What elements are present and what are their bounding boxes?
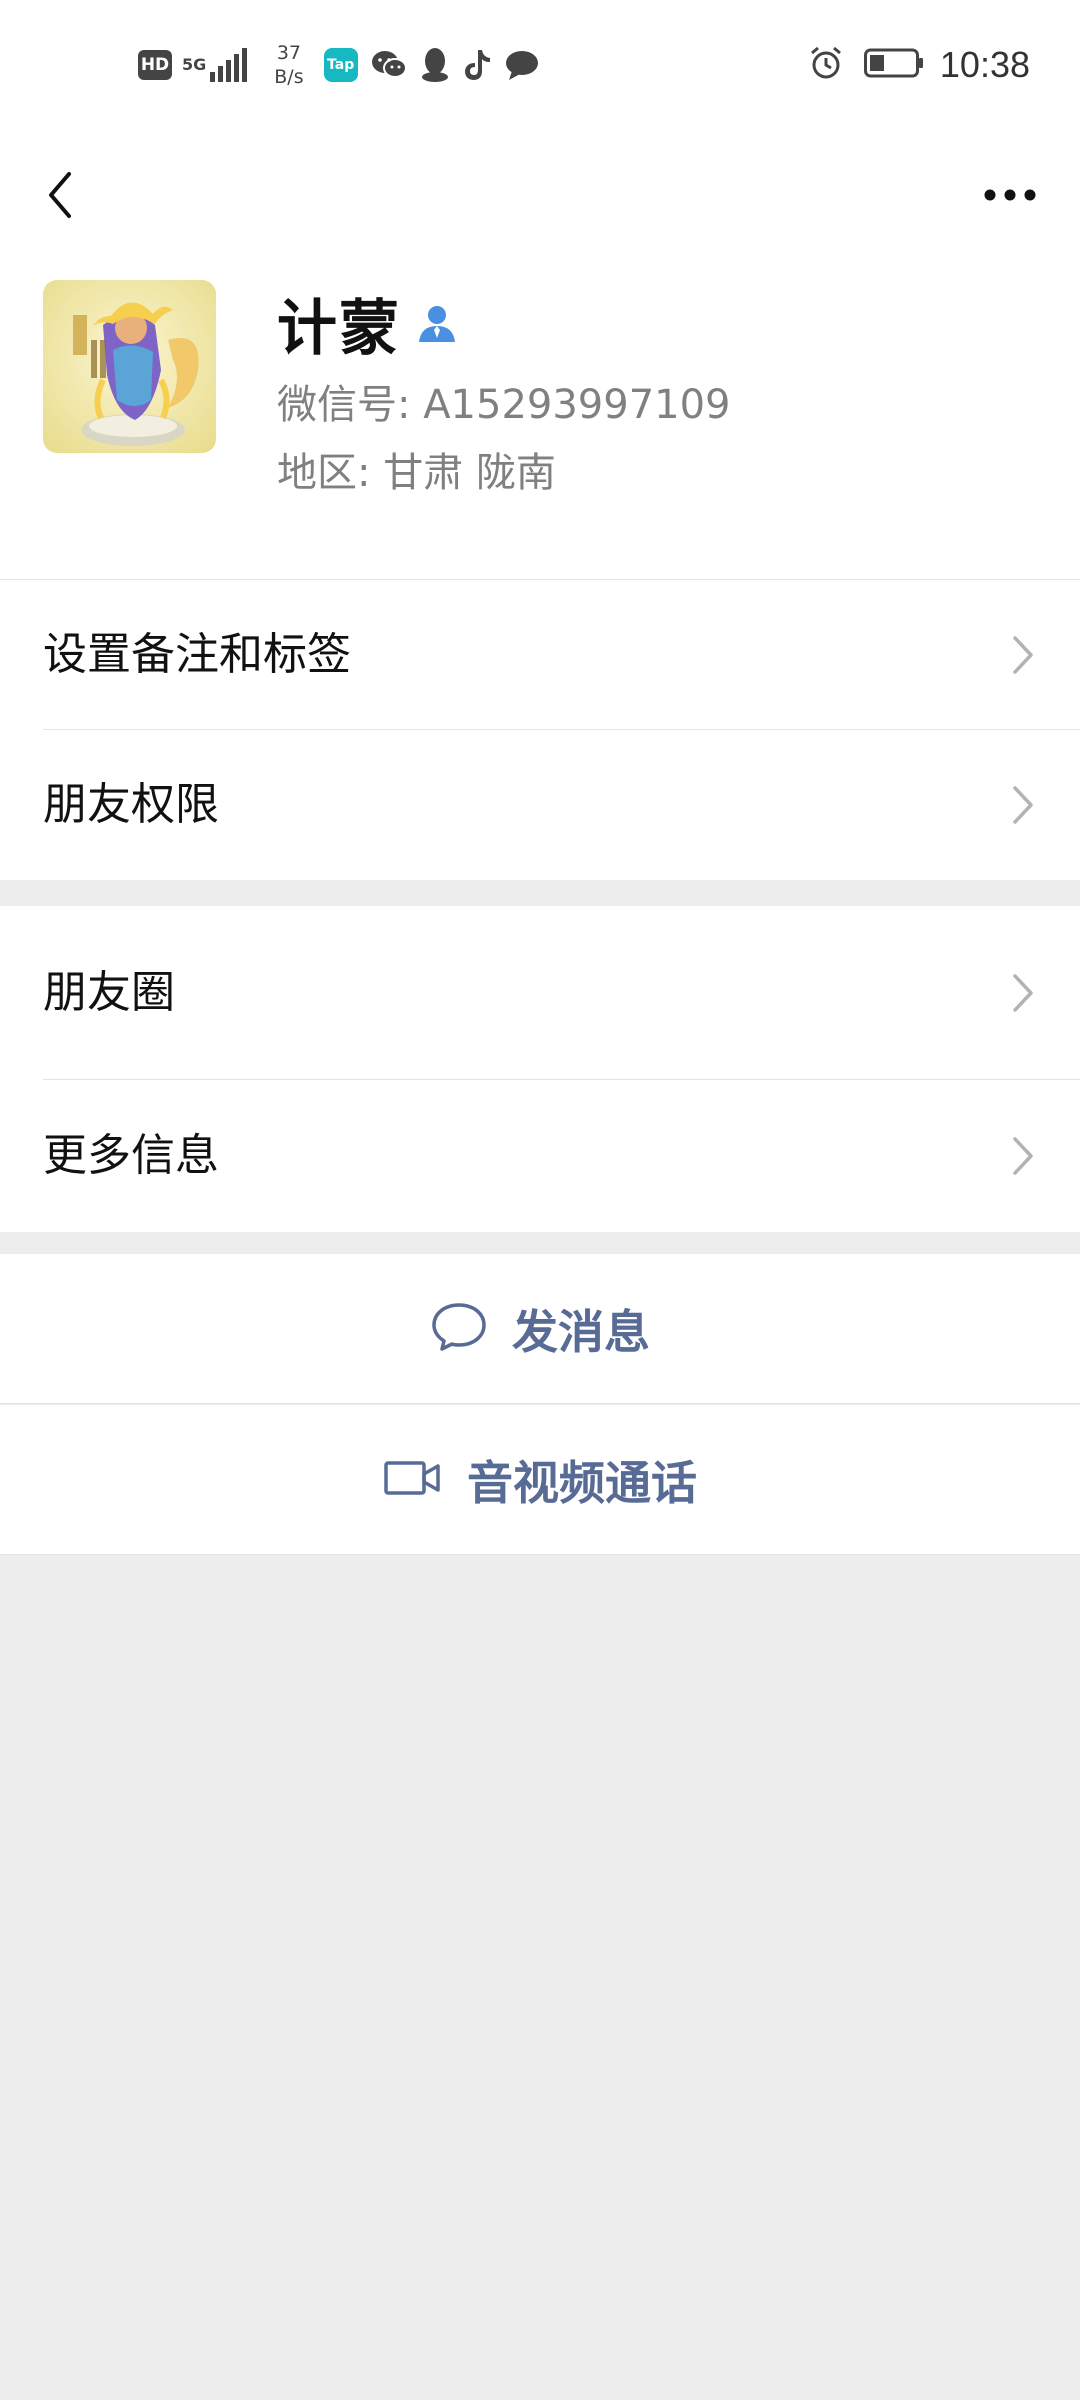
more-dots-icon (984, 189, 1036, 201)
list-item-label: 朋友圈 (43, 967, 175, 1018)
status-right: 10:38 (808, 40, 1030, 90)
avatar[interactable] (43, 280, 216, 453)
qq-icon (420, 47, 450, 83)
network-type: 5G (182, 55, 207, 74)
list-item-label: 更多信息 (43, 1130, 219, 1181)
profile-header: 计蒙 微信号: A15293997109 地区: 甘肃 陇南 (0, 130, 1080, 580)
contact-name: 计蒙 (277, 294, 401, 364)
tiktok-icon (462, 48, 492, 82)
list-item-moments[interactable]: 朋友圈 (0, 906, 1080, 1080)
wechat-icon (370, 49, 408, 81)
net-speed-unit: B/s (274, 66, 304, 88)
list-item-more-info[interactable]: 更多信息 (0, 1080, 1080, 1232)
video-camera-icon (383, 1458, 443, 1502)
chevron-right-icon (1012, 635, 1034, 679)
verified-person-icon (415, 302, 459, 346)
back-button[interactable] (30, 150, 90, 240)
status-left: HD 5G 37 B/s Tap (138, 40, 552, 90)
back-arrow-icon (49, 172, 71, 218)
list-item-remarks-tags[interactable]: 设置备注和标签 (0, 580, 1080, 730)
status-bar: HD 5G 37 B/s Tap 10:38 (0, 0, 1080, 130)
hd-badge: HD (138, 50, 172, 80)
list-item-label: 设置备注和标签 (43, 629, 351, 680)
divider (0, 1554, 1080, 1555)
screen: HD 5G 37 B/s Tap 10:38 计蒙 微信号: A15293997… (0, 0, 1080, 2400)
info-group: 朋友圈 更多信息 (0, 906, 1080, 1232)
net-speed-value: 37 (276, 42, 302, 64)
list-item-label: 朋友权限 (43, 779, 219, 830)
chevron-right-icon (1012, 973, 1034, 1017)
divider (0, 1403, 1080, 1404)
chevron-right-icon (1012, 1136, 1034, 1180)
battery-icon (863, 48, 924, 82)
wechat-id: 微信号: A15293997109 (277, 382, 731, 428)
message-app-icon (504, 49, 540, 81)
more-options-button[interactable] (970, 150, 1050, 240)
region: 地区: 甘肃 陇南 (277, 450, 556, 496)
send-message-button[interactable]: 发消息 (0, 1254, 1080, 1404)
clock: 10:38 (939, 44, 1030, 85)
chevron-right-icon (1012, 785, 1034, 829)
video-call-button[interactable]: 音视频通话 (0, 1405, 1080, 1555)
net-speed: 37 B/s (274, 41, 303, 89)
list-item-friend-permissions[interactable]: 朋友权限 (0, 730, 1080, 880)
signal-icon (210, 48, 250, 82)
chat-bubble-icon (430, 1301, 488, 1357)
send-message-label: 发消息 (512, 1305, 650, 1359)
alarm-icon (808, 45, 844, 85)
name-row: 计蒙 (277, 280, 459, 367)
video-call-label: 音视频通话 (467, 1456, 697, 1510)
settings-group: 设置备注和标签 朋友权限 (0, 580, 1080, 880)
tap-app-icon: Tap (323, 48, 358, 82)
